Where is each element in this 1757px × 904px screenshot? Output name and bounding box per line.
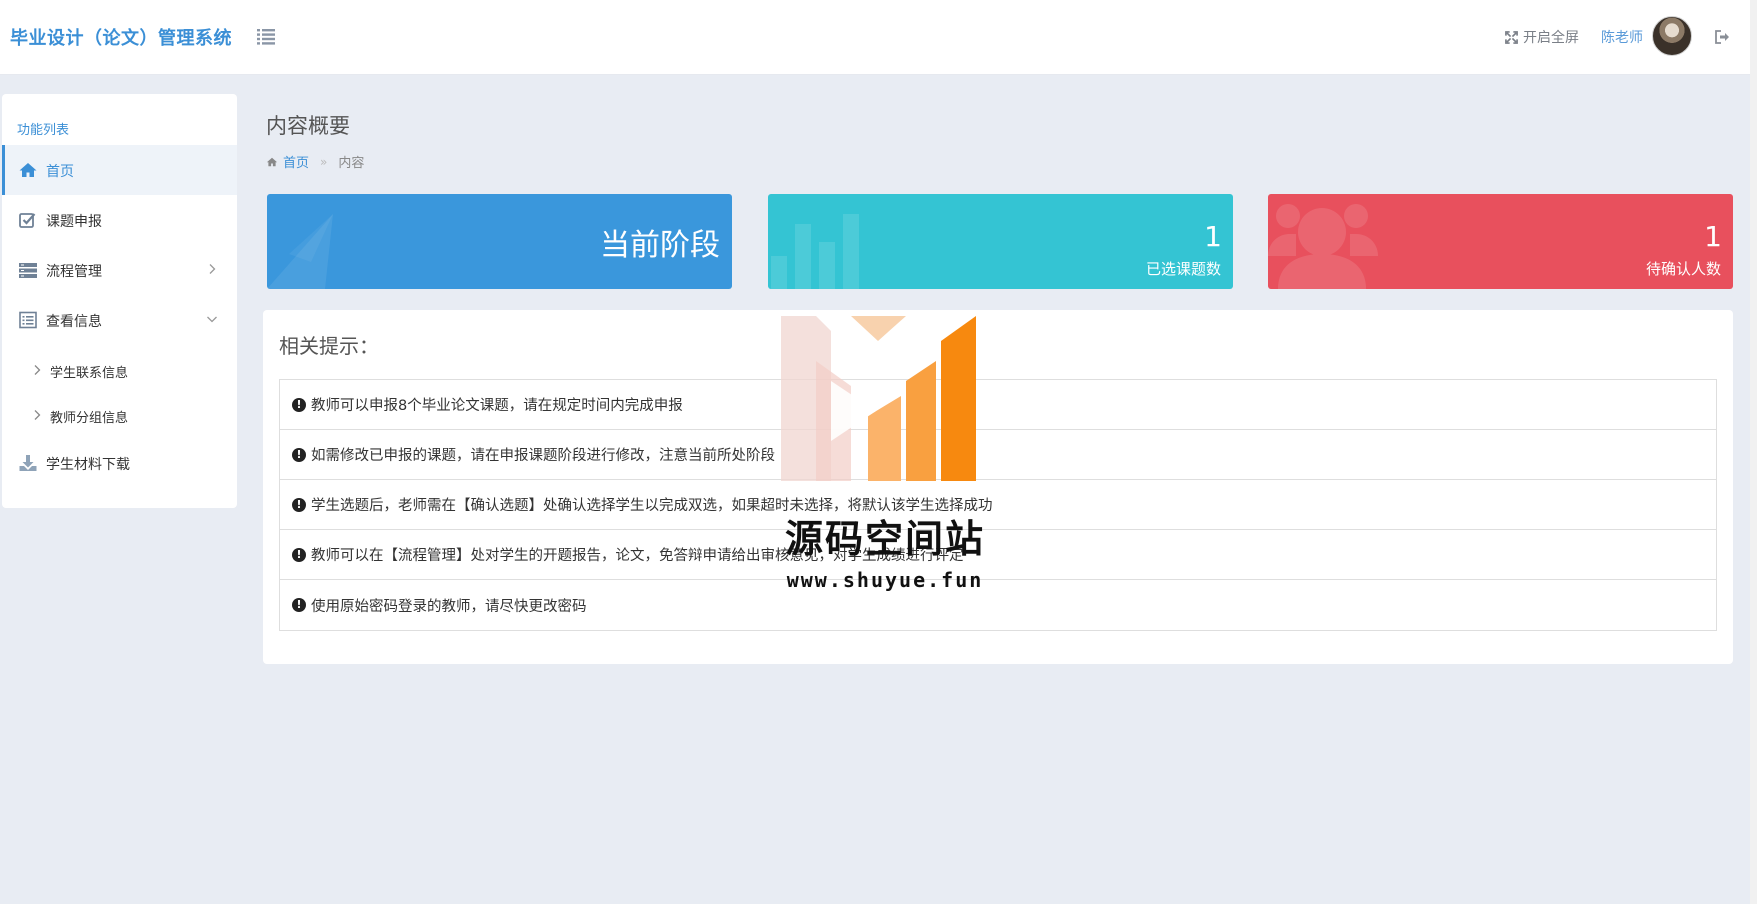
breadcrumb: 首页 » 内容 [266, 152, 364, 171]
chevron-right-icon [209, 264, 216, 274]
page-title: 内容概要 [266, 114, 350, 138]
pending-confirm-count: 1 [1704, 220, 1722, 253]
tip-text: 教师可以在【流程管理】处对学生的开题报告，论文，免答辩申请给出审核意见，对学生成… [311, 548, 964, 564]
stat-card-selected-topics[interactable]: 1 已选课题数 [768, 194, 1233, 289]
breadcrumb-separator: » [320, 154, 328, 169]
top-header: 毕业设计（论文）管理系统 开启全屏 陈老师 [0, 0, 1757, 75]
sidebar-item-topic-declare[interactable]: 课题申报 [2, 195, 237, 245]
chevron-right-icon [34, 410, 41, 420]
sidebar-item-material-download[interactable]: 学生材料下载 [2, 438, 237, 488]
exclamation-circle-icon: ! [292, 497, 306, 512]
app-title[interactable]: 毕业设计（论文）管理系统 [10, 24, 232, 50]
sidebar-title: 功能列表 [17, 123, 70, 138]
sidebar-item-label: 流程管理 [46, 264, 102, 280]
download-icon [19, 455, 37, 471]
list-item: ! 教师可以在【流程管理】处对学生的开题报告，论文，免答辩申请给出审核意见，对学… [280, 530, 1716, 580]
stat-card-current-stage[interactable]: 当前阶段 [267, 194, 732, 289]
tips-list: ! 教师可以申报8个毕业论文课题，请在规定时间内完成申报 ! 如需修改已申报的课… [279, 379, 1717, 631]
sidebar: 功能列表 首页 课题申报 流程管理 查看信息 学生联系信息 教师分组信息 学生材… [2, 94, 237, 508]
pending-confirm-label: 待确认人数 [1645, 260, 1721, 278]
breadcrumb-home-label: 首页 [283, 156, 310, 171]
sidebar-subitem-label: 学生联系信息 [50, 366, 129, 381]
scrollbar[interactable] [1750, 0, 1757, 904]
tip-text: 教师可以申报8个毕业论文课题，请在规定时间内完成申报 [311, 398, 683, 414]
bar-chart-icon [771, 214, 859, 289]
exclamation-circle-icon: ! [292, 397, 306, 412]
chevron-right-icon [34, 365, 41, 375]
list-item: ! 教师可以申报8个毕业论文课题，请在规定时间内完成申报 [280, 380, 1716, 430]
sidebar-item-process[interactable]: 流程管理 [2, 245, 237, 295]
sign-out-icon[interactable] [1714, 29, 1730, 45]
list-item: ! 使用原始密码登录的教师，请尽快更改密码 [280, 580, 1716, 630]
tip-text: 学生选题后，老师需在【确认选题】处确认选择学生以完成双选，如果超时未选择，将默认… [311, 498, 993, 514]
sidebar-item-label: 首页 [46, 164, 74, 180]
server-icon [19, 263, 37, 278]
stage-text: 当前阶段 [600, 228, 720, 263]
list-item: ! 如需修改已申报的课题，请在申报课题阶段进行修改，注意当前所处阶段 [280, 430, 1716, 480]
breadcrumb-home[interactable]: 首页 [266, 152, 309, 171]
tips-panel: 相关提示： ! 教师可以申报8个毕业论文课题，请在规定时间内完成申报 ! 如需修… [263, 310, 1733, 664]
fullscreen-button[interactable]: 开启全屏 [1505, 27, 1579, 47]
sidebar-subitem-student-contact[interactable]: 学生联系信息 [2, 350, 237, 390]
selected-topics-label: 已选课题数 [1145, 260, 1221, 278]
tips-title: 相关提示： [279, 334, 379, 358]
breadcrumb-current: 内容 [338, 156, 365, 171]
fullscreen-label: 开启全屏 [1523, 30, 1579, 46]
list-alt-icon [19, 311, 37, 329]
tip-text: 如需修改已申报的课题，请在申报课题阶段进行修改，注意当前所处阶段 [311, 448, 775, 464]
sidebar-item-label: 学生材料下载 [46, 457, 130, 473]
stat-card-pending-confirm[interactable]: 1 待确认人数 [1268, 194, 1733, 289]
paper-plane-icon [267, 214, 333, 289]
list-item: ! 学生选题后，老师需在【确认选题】处确认选择学生以完成双选，如果超时未选择，将… [280, 480, 1716, 530]
menu-toggle-icon[interactable] [256, 26, 276, 46]
sidebar-subitem-teacher-group[interactable]: 教师分组信息 [2, 395, 237, 435]
exclamation-circle-icon: ! [292, 598, 306, 612]
exclamation-circle-icon: ! [292, 547, 306, 562]
sidebar-item-label: 课题申报 [46, 214, 102, 230]
exclamation-circle-icon: ! [292, 447, 306, 462]
home-icon [266, 157, 278, 166]
sidebar-item-label: 查看信息 [46, 314, 102, 330]
user-name[interactable]: 陈老师 [1601, 27, 1643, 47]
avatar[interactable] [1652, 16, 1692, 56]
selected-topics-count: 1 [1204, 220, 1222, 253]
page: 毕业设计（论文）管理系统 开启全屏 陈老师 功能列表 首页 课题申报 流程管理 … [0, 0, 1757, 904]
chevron-down-icon [207, 316, 217, 323]
users-icon [1268, 204, 1378, 289]
sidebar-item-home[interactable]: 首页 [2, 145, 237, 195]
tip-text: 使用原始密码登录的教师，请尽快更改密码 [311, 598, 587, 615]
sidebar-subitem-label: 教师分组信息 [50, 411, 129, 426]
sidebar-item-view-info[interactable]: 查看信息 [2, 295, 237, 345]
check-square-icon [19, 213, 36, 228]
expand-icon [1505, 30, 1518, 44]
home-icon [19, 163, 37, 177]
